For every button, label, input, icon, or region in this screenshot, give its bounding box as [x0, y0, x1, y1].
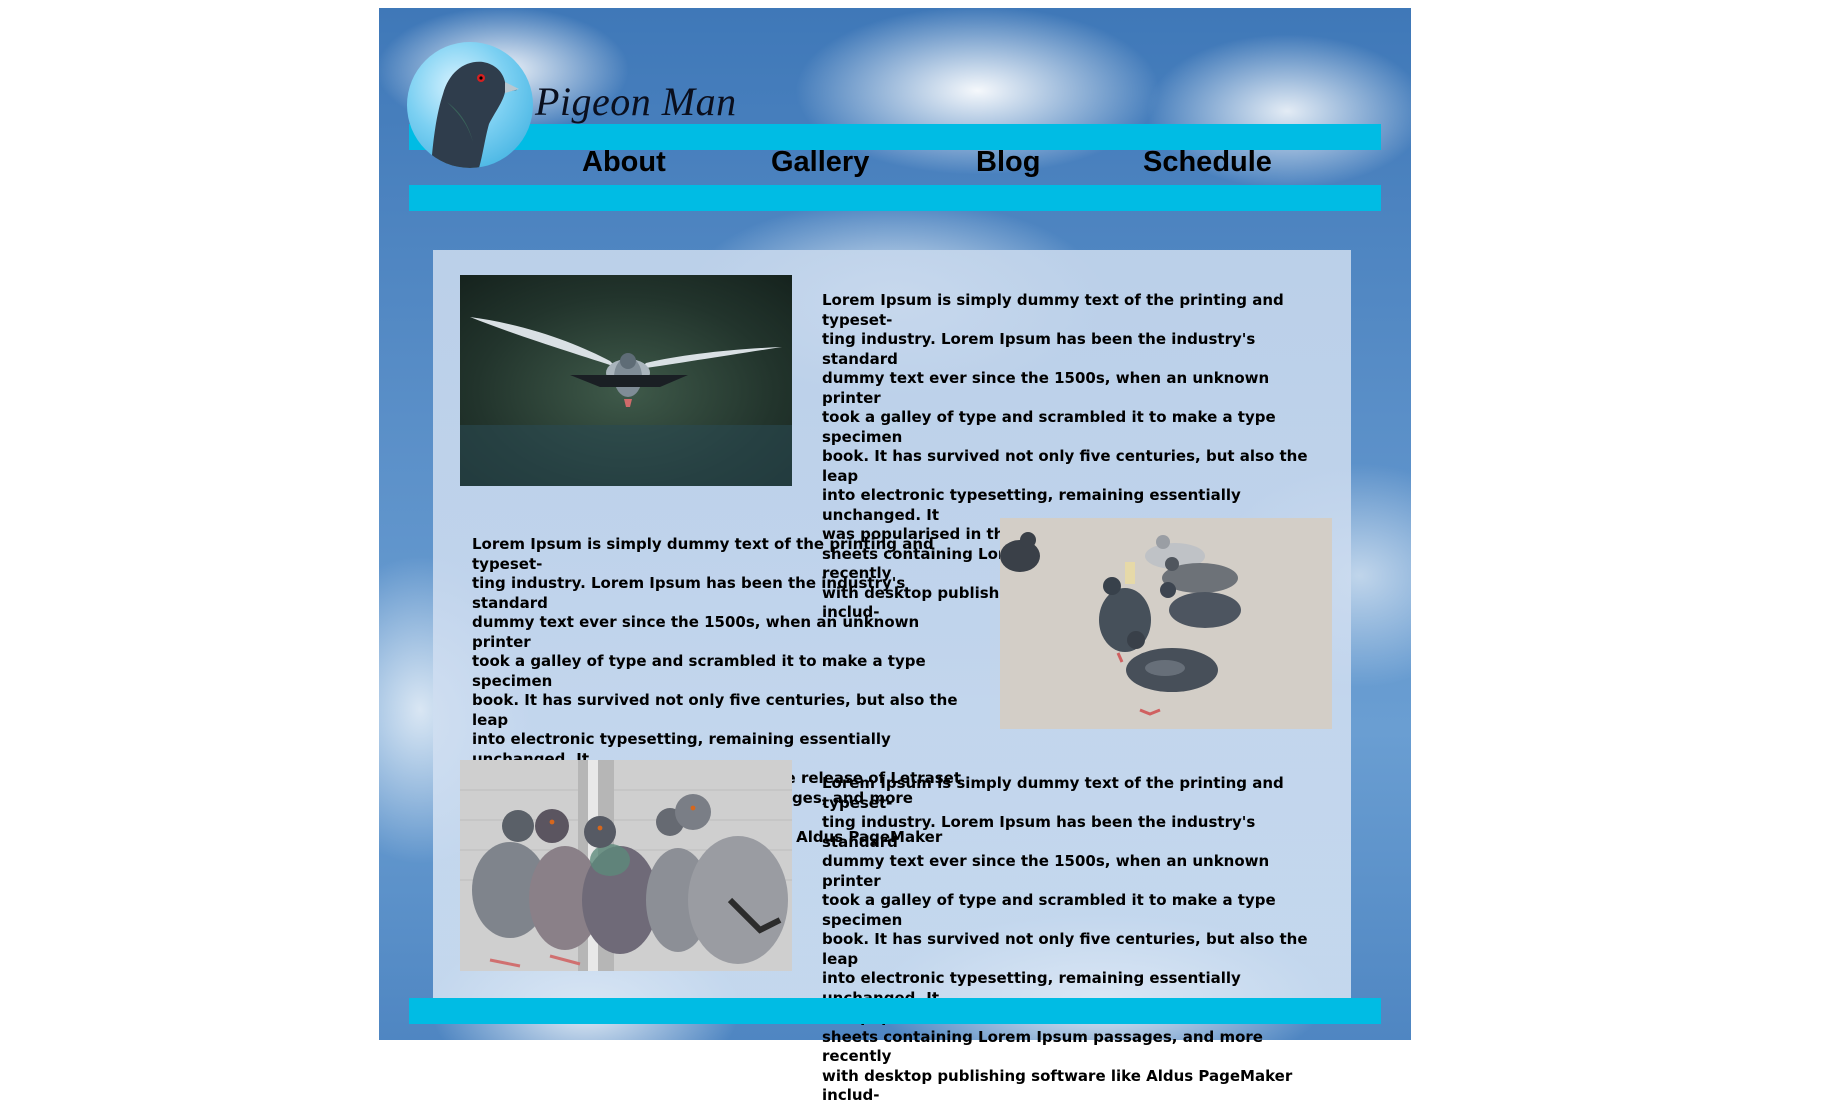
nav-about[interactable]: About [582, 146, 666, 179]
nav-blog[interactable]: Blog [976, 146, 1040, 179]
perched-pigeons-photo [460, 760, 792, 971]
pigeon-head-icon[interactable] [407, 42, 533, 168]
footer-bar [409, 998, 1381, 1024]
brand-title[interactable]: Pigeon Man [535, 78, 737, 125]
site-container: Pigeon Man About Gallery Blog Schedule L… [379, 8, 1411, 1104]
header-bottom-bar [409, 185, 1381, 211]
flying-pigeon-photo [460, 275, 792, 486]
section-3-text: Lorem Ipsum is simply dummy text of the … [822, 774, 1311, 1104]
nav-gallery[interactable]: Gallery [771, 146, 869, 179]
content-panel: Lorem Ipsum is simply dummy text of the … [433, 250, 1351, 1104]
nav-schedule[interactable]: Schedule [1143, 146, 1272, 179]
pigeons-on-ground-photo [1000, 518, 1332, 729]
